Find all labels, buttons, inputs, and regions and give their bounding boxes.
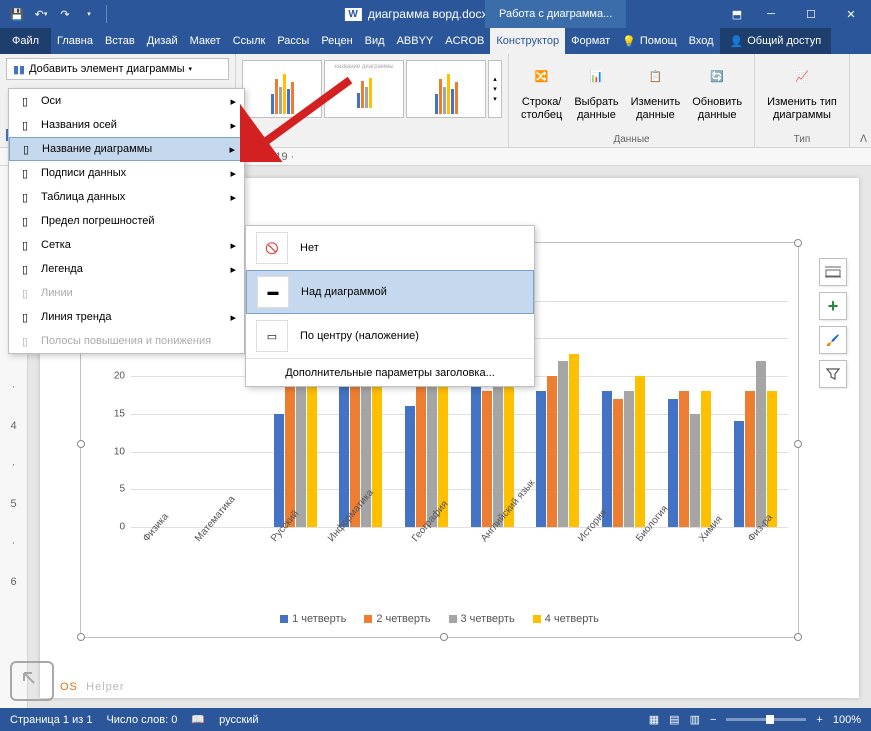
chart-element-icon: ▮▮ [13, 63, 25, 76]
chart-elements-button[interactable]: + [819, 292, 847, 320]
menu-item-4[interactable]: ▯Таблица данных▸ [9, 185, 244, 209]
undo-button[interactable]: ↶▾ [30, 3, 52, 25]
tab-home[interactable]: Главна [51, 28, 99, 54]
menu-item-2[interactable]: ▯Название диаграммы▸ [9, 137, 244, 161]
zoom-slider[interactable] [726, 718, 806, 721]
page-number[interactable]: Страница 1 из 1 [10, 714, 92, 726]
tab-layout[interactable]: Макет [184, 28, 227, 54]
titlebar: 💾 ↶▾ ↷ ▾ W диаграмма ворд.docx - Word Ра… [0, 0, 871, 28]
print-layout-icon[interactable]: ▤ [669, 713, 679, 726]
menu-item-1[interactable]: ▯Названия осей▸ [9, 113, 244, 137]
statusbar: Страница 1 из 1 Число слов: 0 📖 русский … [0, 708, 871, 731]
menu-icon: ▯ [17, 189, 33, 205]
qat-customize[interactable]: ▾ [78, 3, 100, 25]
tab-mailings[interactable]: Рассы [271, 28, 315, 54]
chart-styles-button[interactable]: 🖌️ [819, 326, 847, 354]
zoom-out[interactable]: − [710, 714, 716, 726]
layout-options-button[interactable] [819, 258, 847, 286]
add-chart-element-button[interactable]: ▮▮ Добавить элемент диаграммы ▾ [6, 58, 229, 80]
language[interactable]: русский [219, 714, 258, 726]
zoom-level[interactable]: 100% [833, 714, 861, 726]
minimize-button[interactable]: ─ [751, 0, 791, 28]
tab-design-chart[interactable]: Конструктор [490, 28, 565, 54]
refresh-data-button[interactable]: 🔄Обновить данные [686, 58, 748, 126]
read-mode-icon[interactable]: ▦ [649, 713, 659, 726]
submenu-above-chart[interactable]: ▬Над диаграммой [246, 270, 534, 314]
menu-icon: ▯ [17, 333, 33, 349]
redo-button[interactable]: ↷ [54, 3, 76, 25]
menu-item-7[interactable]: ▯Легенда▸ [9, 257, 244, 281]
web-layout-icon[interactable]: ▥ [690, 713, 700, 726]
chart-side-tools: + 🖌️ [819, 258, 847, 388]
menu-icon: ▯ [17, 165, 33, 181]
above-chart-icon: ▬ [268, 286, 279, 298]
menu-item-9[interactable]: ▯Линия тренда▸ [9, 305, 244, 329]
quick-access-toolbar: 💾 ↶▾ ↷ ▾ [0, 3, 111, 25]
overlay-icon: ▭ [267, 330, 277, 343]
share-button[interactable]: 👤Общий доступ [720, 28, 832, 54]
watermark: OS Helper [10, 661, 125, 701]
menu-item-3[interactable]: ▯Подписи данных▸ [9, 161, 244, 185]
close-button[interactable]: ✕ [831, 0, 871, 28]
chart-title-submenu: 🚫Нет ▬Над диаграммой ▭По центру (наложен… [245, 225, 535, 387]
ribbon-collapse[interactable]: ᐱ [860, 134, 867, 145]
tab-file[interactable]: Файл [0, 28, 51, 54]
styles-more[interactable]: ▴▾▾ [488, 60, 502, 118]
tab-view[interactable]: Вид [359, 28, 391, 54]
submenu-none[interactable]: 🚫Нет [246, 226, 534, 270]
word-icon: W [344, 8, 361, 21]
ribbon-tabs: Файл Главна Встав Дизай Макет Ссылк Расс… [0, 28, 871, 54]
zoom-in[interactable]: + [816, 714, 822, 726]
tab-review[interactable]: Рецен [315, 28, 358, 54]
contextual-tab-label: Работа с диаграмма... [485, 0, 626, 28]
chart-filters-button[interactable] [819, 360, 847, 388]
style-thumb-3[interactable] [406, 60, 486, 118]
menu-icon: ▯ [17, 93, 33, 109]
select-data-button[interactable]: 📊Выбрать данные [568, 58, 624, 126]
save-button[interactable]: 💾 [6, 3, 28, 25]
tab-abbyy[interactable]: ABBYY [391, 28, 440, 54]
tab-references[interactable]: Ссылк [227, 28, 272, 54]
word-count[interactable]: Число слов: 0 [106, 714, 177, 726]
menu-icon: ▯ [17, 285, 33, 301]
tab-insert[interactable]: Встав [99, 28, 141, 54]
menu-icon: ▯ [17, 261, 33, 277]
menu-icon: ▯ [18, 141, 34, 157]
tab-design[interactable]: Дизай [141, 28, 184, 54]
ribbon-options-icon[interactable]: ⬒ [723, 0, 751, 28]
chart-element-menu: ▯Оси▸▯Названия осей▸▯Название диаграммы▸… [8, 88, 245, 354]
tab-help[interactable]: 💡Помощ [616, 28, 682, 54]
menu-item-6[interactable]: ▯Сетка▸ [9, 233, 244, 257]
menu-item-10: ▯Полосы повышения и понижения [9, 329, 244, 353]
chart-legend[interactable]: 1 четверть2 четверть3 четверть4 четверть [81, 613, 798, 625]
menu-icon: ▯ [17, 309, 33, 325]
maximize-button[interactable]: ☐ [791, 0, 831, 28]
tab-acrobat[interactable]: ACROB [439, 28, 490, 54]
tab-login[interactable]: Вход [683, 28, 720, 54]
edit-data-button[interactable]: 📋Изменить данные [625, 58, 687, 126]
group-label-data: Данные [515, 132, 748, 145]
submenu-more-options[interactable]: Дополнительные параметры заголовка... [246, 358, 534, 386]
annotation-arrow [240, 72, 360, 162]
menu-item-8: ▯Линии [9, 281, 244, 305]
change-chart-type-button[interactable]: 📈Изменить тип диаграммы [761, 58, 843, 126]
none-icon: 🚫 [265, 242, 279, 255]
menu-item-5[interactable]: ▯Предел погрешностей [9, 209, 244, 233]
menu-item-0[interactable]: ▯Оси▸ [9, 89, 244, 113]
switch-row-column-button[interactable]: 🔀Строка/ столбец [515, 58, 568, 126]
submenu-centered-overlay[interactable]: ▭По центру (наложение) [246, 314, 534, 358]
tab-format-chart[interactable]: Формат [565, 28, 616, 54]
spellcheck-icon[interactable]: 📖 [191, 713, 205, 726]
menu-icon: ▯ [17, 213, 33, 229]
menu-icon: ▯ [17, 117, 33, 133]
menu-icon: ▯ [17, 237, 33, 253]
group-label-type: Тип [761, 132, 843, 145]
